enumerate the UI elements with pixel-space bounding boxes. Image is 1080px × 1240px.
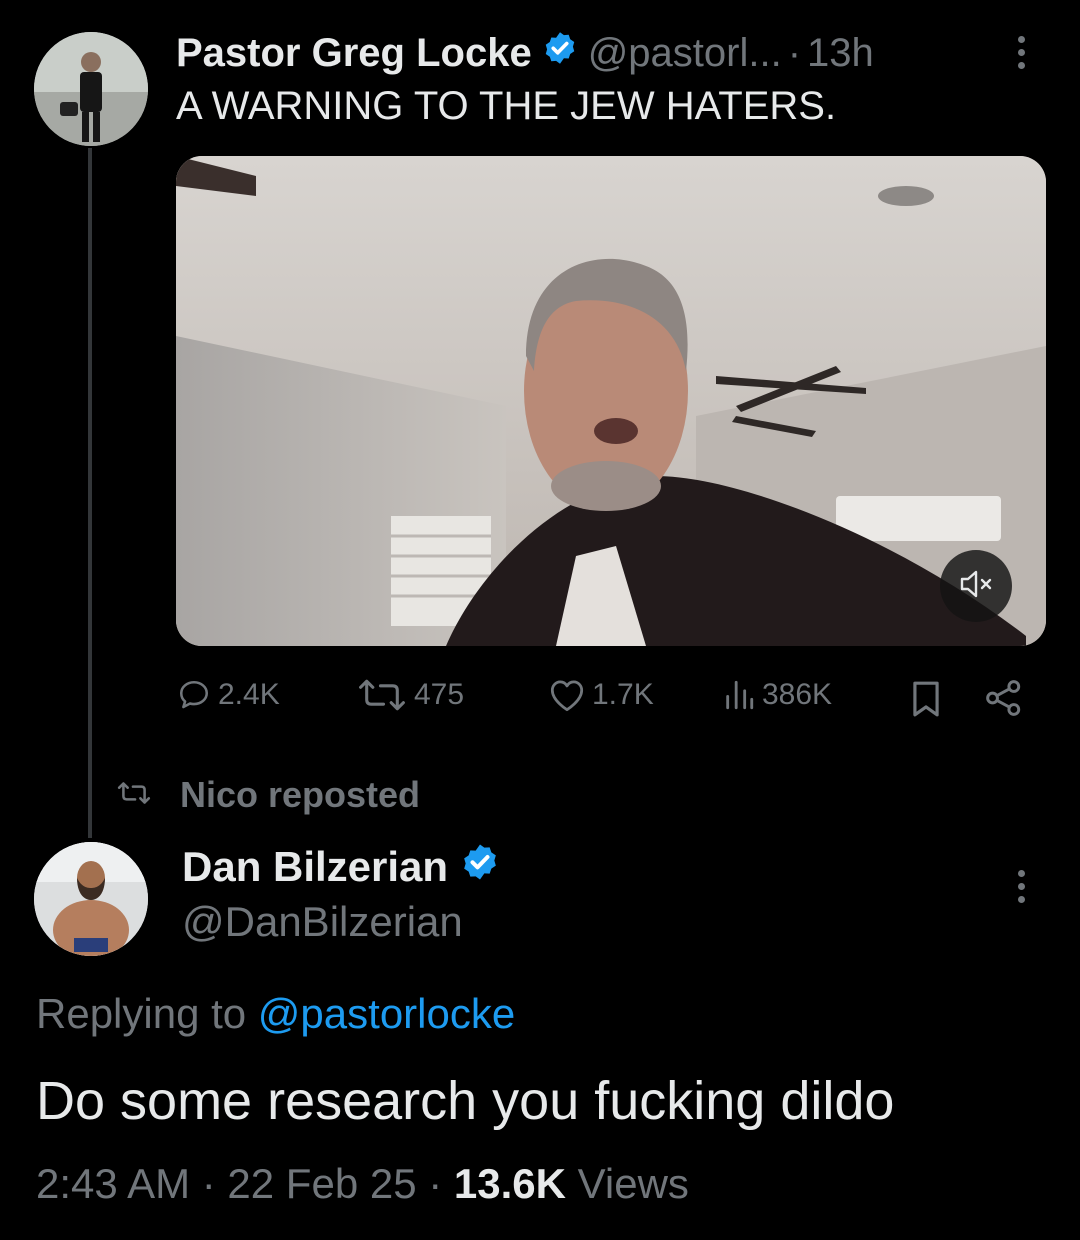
video-player[interactable] [176, 156, 1046, 646]
avatar-dan-bilzerian[interactable] [34, 842, 148, 956]
repost-banner-text: Nico reposted [180, 774, 421, 815]
views-button[interactable]: 386K [722, 678, 832, 712]
tweet-time[interactable]: 13h [807, 31, 874, 76]
reply-icon [176, 678, 212, 712]
tweet1-header: Pastor Greg Locke @pastorl... · 13h [176, 26, 874, 80]
author-name[interactable]: Dan Bilzerian [182, 843, 448, 891]
views-icon [722, 678, 756, 712]
views-count: 13.6K [453, 1160, 566, 1207]
tweet2-header: Dan Bilzerian [182, 842, 500, 892]
tweet1-text: A WARNING TO THE JEW HATERS. [176, 84, 837, 128]
more-icon[interactable] [1018, 870, 1025, 903]
like-icon [548, 678, 586, 712]
reply-count: 2.4K [218, 678, 280, 711]
author-handle[interactable]: @pastorl... [588, 31, 782, 76]
share-icon[interactable] [984, 680, 1024, 721]
views-count: 386K [762, 678, 833, 711]
reply-button[interactable]: 2.4K [176, 678, 280, 712]
verified-badge-icon [460, 842, 500, 892]
author-handle[interactable]: @DanBilzerian [182, 898, 463, 946]
views-label: Views [577, 1160, 689, 1207]
repost-icon [116, 780, 152, 811]
tweet2-meta: 2:43 AM · 22 Feb 25 · 13.6K Views [36, 1160, 689, 1208]
like-button[interactable]: 1.7K [548, 678, 654, 712]
more-icon[interactable] [1018, 36, 1025, 69]
replying-to-label: Replying to [36, 990, 247, 1037]
like-count: 1.7K [592, 678, 654, 711]
avatar-pastor-greg-locke[interactable] [34, 32, 148, 146]
thread-connector-line [88, 148, 92, 838]
separator-dot: · [787, 30, 802, 75]
mute-icon [958, 569, 994, 604]
verified-badge-icon [542, 30, 578, 76]
repost-banner[interactable]: Nico reposted [116, 774, 420, 816]
replying-to-handle-link[interactable]: @pastorlocke [258, 990, 515, 1037]
repost-icon [356, 678, 408, 712]
tweet-timestamp[interactable]: 2:43 AM · 22 Feb 25 · [36, 1160, 442, 1207]
bookmark-icon[interactable] [910, 680, 942, 723]
tweet2-text: Do some research you fucking dildo [36, 1071, 895, 1131]
repost-count: 475 [414, 678, 465, 711]
replying-to: Replying to @pastorlocke [36, 990, 515, 1038]
video-frame [176, 156, 1046, 646]
mute-button[interactable] [940, 550, 1012, 622]
repost-button[interactable]: 475 [356, 678, 464, 712]
author-name[interactable]: Pastor Greg Locke [176, 31, 532, 76]
